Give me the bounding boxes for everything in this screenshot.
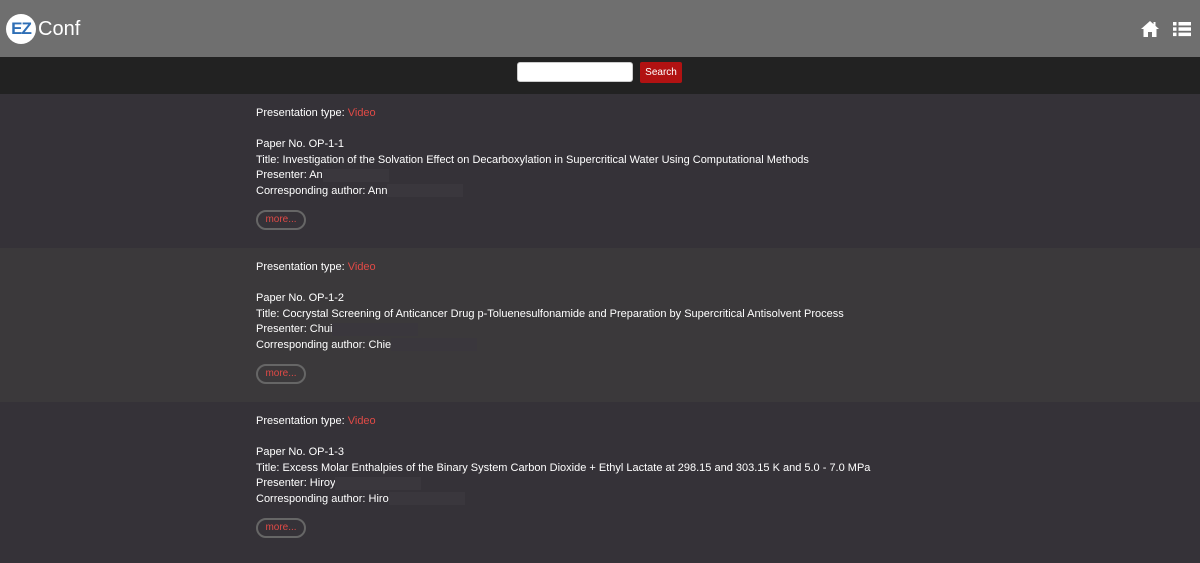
search-input[interactable] (517, 62, 633, 82)
presenter-line: Presenter: Chui (256, 322, 844, 338)
presenter-line: Presenter: Hiroy (256, 476, 870, 492)
presenter-name: Presenter: An (256, 169, 323, 181)
more-button[interactable]: more... (256, 518, 306, 538)
redacted-block (332, 322, 419, 336)
ezconf-logo[interactable]: EZ Conf (6, 14, 80, 44)
presenter-name: Presenter: Hiroy (256, 477, 336, 489)
redacted-block (388, 492, 465, 506)
presentation-type-label: Presentation type: (256, 261, 345, 273)
paper-entry: Presentation type: Video Paper No. OP-1-… (0, 402, 1200, 556)
corresponding-author: Corresponding author: Hiro (256, 492, 389, 505)
paper-entry: Presentation type: Video Paper No. OP-1-… (0, 248, 1200, 402)
redacted-block (335, 476, 422, 490)
presentation-type-label: Presentation type: (256, 107, 345, 119)
presentation-type-value[interactable]: Video (348, 415, 376, 427)
more-button[interactable]: more... (256, 364, 306, 384)
presentation-type: Presentation type: Video (256, 260, 844, 276)
paper-number: Paper No. OP-1-1 (256, 138, 345, 150)
list-menu-icon[interactable] (1172, 20, 1192, 38)
paper-title: Title: Excess Molar Enthalpies of the Bi… (256, 461, 871, 474)
paper-title: Title: Investigation of the Solvation Ef… (256, 153, 809, 166)
logo-badge: EZ (6, 14, 36, 44)
logo-text: Conf (38, 17, 81, 40)
search-bar: Search (0, 57, 1200, 94)
redacted-block (387, 184, 464, 198)
presentation-type: Presentation type: Video (256, 414, 870, 430)
search-button[interactable]: Search (640, 62, 682, 83)
corresponding-author-line: Corresponding author: Chie (256, 338, 844, 354)
corresponding-author-line: Corresponding author: Ann (256, 184, 809, 200)
top-header: EZ Conf (0, 0, 1200, 57)
corresponding-author: Corresponding author: Chie (256, 338, 392, 351)
home-icon[interactable] (1140, 20, 1160, 38)
redacted-block (322, 168, 389, 182)
paper-title: Title: Cocrystal Screening of Anticancer… (256, 307, 844, 320)
paper-number: Paper No. OP-1-2 (256, 292, 345, 304)
corresponding-author: Corresponding author: Ann (256, 184, 388, 197)
presentation-type: Presentation type: Video (256, 106, 809, 122)
header-icons (1140, 20, 1192, 38)
presentation-type-value[interactable]: Video (348, 107, 376, 119)
redacted-block (391, 338, 478, 352)
presenter-name: Presenter: Chui (256, 323, 333, 335)
paper-number: Paper No. OP-1-3 (256, 446, 345, 458)
presentation-type-value[interactable]: Video (348, 261, 376, 273)
presentation-type-label: Presentation type: (256, 415, 345, 427)
corresponding-author-line: Corresponding author: Hiro (256, 492, 870, 508)
paper-entry: Presentation type: Video Paper No. OP-1-… (0, 94, 1200, 248)
presenter-line: Presenter: An (256, 168, 809, 184)
more-button[interactable]: more... (256, 210, 306, 230)
